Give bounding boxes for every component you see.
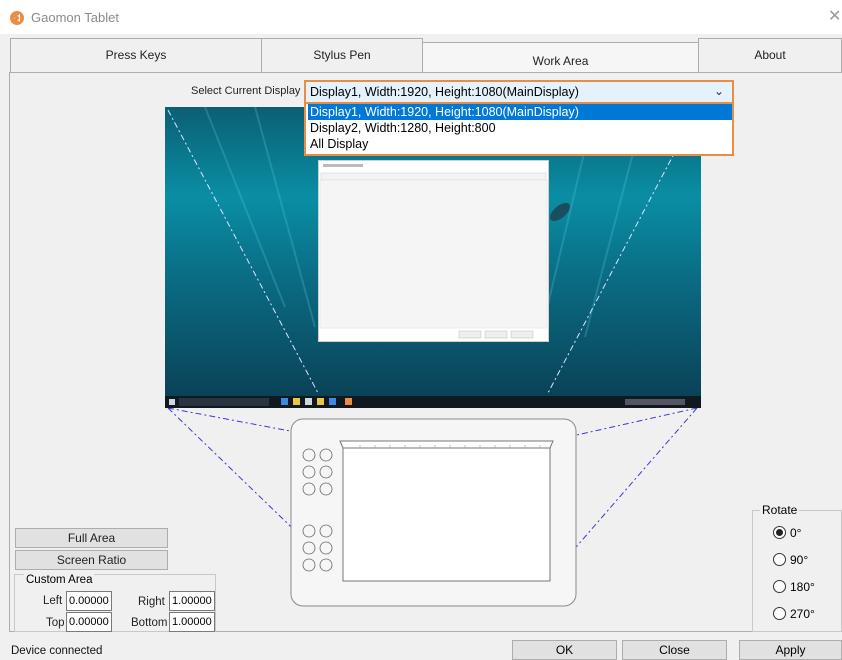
left-field[interactable]: 0.00000 [66, 591, 112, 611]
apply-button[interactable]: Apply [739, 640, 842, 660]
rotate-90-label: 90° [790, 553, 809, 567]
ok-button[interactable]: OK [512, 640, 617, 660]
tablet-illustration [290, 418, 577, 607]
display-select[interactable]: Display1, Width:1920, Height:1080(MainDi… [304, 80, 734, 104]
rotate-180-radio[interactable] [773, 580, 786, 593]
full-area-button[interactable]: Full Area [15, 528, 168, 548]
right-label: Right [138, 596, 165, 608]
rotate-180-label: 180° [790, 580, 815, 594]
taskbar [165, 396, 701, 408]
right-field[interactable]: 1.00000 [169, 591, 215, 611]
custom-area-title: Custom Area [24, 574, 95, 586]
rotate-title: Rotate [760, 503, 800, 517]
taskbar-icons [169, 398, 685, 406]
chevron-down-icon[interactable]: ⌄ [714, 84, 724, 98]
rotate-270-radio[interactable] [773, 607, 786, 620]
display-option-all[interactable]: All Display [308, 136, 732, 152]
top-label: Top [46, 617, 65, 629]
display-select-value: Display1, Width:1920, Height:1080(MainDi… [310, 85, 579, 99]
mini-window-preview [318, 160, 549, 342]
rotate-90-radio[interactable] [773, 553, 786, 566]
rotate-0-radio[interactable] [773, 526, 786, 539]
display-option-2[interactable]: Display2, Width:1280, Height:800 [308, 120, 732, 136]
rotate-0-label: 0° [790, 526, 802, 540]
rotate-270-label: 270° [790, 607, 815, 621]
bottom-field[interactable]: 1.00000 [169, 612, 215, 632]
screen-ratio-button[interactable]: Screen Ratio [15, 550, 168, 570]
left-label: Left [43, 595, 63, 607]
mini-window-graphic [319, 161, 548, 339]
display-option-1[interactable]: Display1, Width:1920, Height:1080(MainDi… [308, 104, 732, 120]
top-field[interactable]: 0.00000 [66, 612, 112, 632]
close-button[interactable]: Close [622, 640, 727, 660]
display-dropdown-list: Display1, Width:1920, Height:1080(MainDi… [304, 104, 734, 156]
bottom-label: Bottom [131, 617, 168, 629]
status-text: Device connected [11, 645, 103, 657]
display-select-label: Select Current Display [191, 85, 301, 97]
